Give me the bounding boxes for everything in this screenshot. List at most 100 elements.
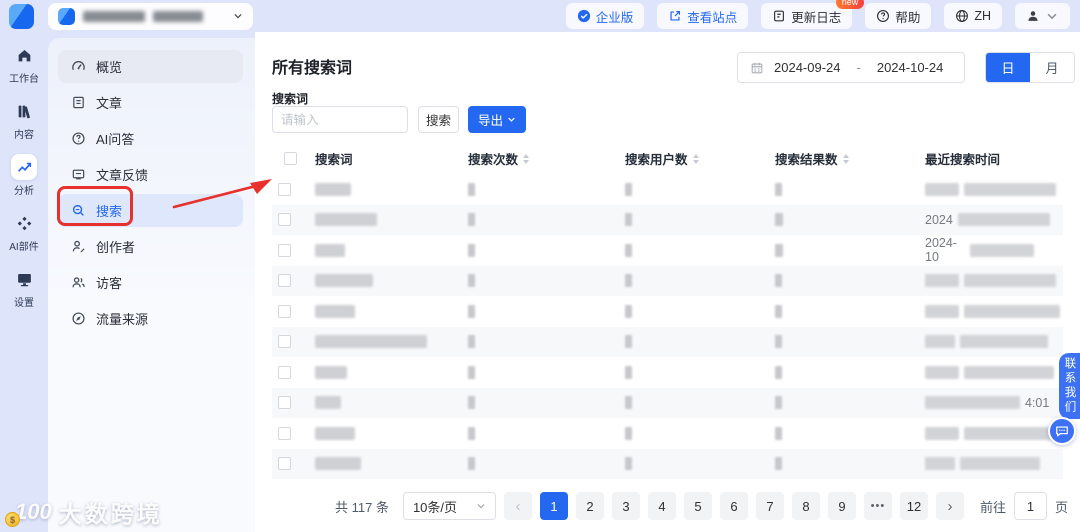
column-header-5: 最近搜索时间: [912, 149, 1063, 168]
globe-icon: [956, 10, 969, 22]
toggle-month[interactable]: 月: [1030, 53, 1074, 82]
page-button-7[interactable]: 7: [755, 492, 784, 520]
redacted-time: [970, 243, 1034, 257]
page-button-1[interactable]: 1: [539, 492, 568, 520]
sort-control[interactable]: [523, 153, 530, 164]
redacted-search-term: [315, 274, 373, 288]
redacted-search-term: [315, 213, 377, 227]
redacted-time: [925, 335, 955, 349]
view-site-button[interactable]: 查看站点: [657, 3, 749, 29]
sidebar-item-2[interactable]: 文章: [58, 86, 243, 119]
changelog-button[interactable]: 更新日志 new: [761, 0, 865, 29]
rail-item-5[interactable]: 设置: [2, 266, 46, 309]
row-checkbox[interactable]: [278, 182, 291, 196]
sidebar-item-6[interactable]: 创作者: [58, 230, 243, 263]
table-row: [272, 357, 1063, 388]
redacted-count: [468, 274, 475, 288]
row-checkbox[interactable]: [278, 365, 291, 379]
redacted-users: [625, 213, 632, 227]
table-row: [272, 265, 1063, 296]
workspace-selector[interactable]: [48, 2, 253, 30]
export-button[interactable]: 导出: [468, 106, 526, 133]
chevron-down-icon: [508, 117, 515, 122]
settings-icon: [11, 266, 37, 292]
sort-control[interactable]: [842, 153, 849, 164]
user-menu-button[interactable]: [1015, 3, 1070, 29]
topbar-actions: 企业版 查看站点 更新日志 new 帮助 ZH: [565, 0, 1070, 29]
row-checkbox[interactable]: [278, 396, 291, 410]
enterprise-label: 企业版: [595, 10, 634, 25]
page-button-5[interactable]: 5: [683, 492, 712, 520]
page-button-9[interactable]: 9: [827, 492, 856, 520]
goto-page-input[interactable]: [1013, 492, 1047, 520]
redacted-results: [775, 457, 782, 471]
redacted-results: [775, 426, 782, 440]
redacted-search-term: [315, 426, 355, 440]
column-header-2: 搜索次数: [455, 149, 612, 168]
sidebar-item-7[interactable]: 访客: [58, 266, 243, 299]
prev-page-button[interactable]: ‹: [503, 492, 532, 520]
content-icon: [11, 98, 37, 124]
date-range-picker[interactable]: 2024-09-24 - 2024-10-24: [737, 52, 965, 83]
redacted-time: [925, 182, 959, 196]
rail-item-1[interactable]: 工作台: [2, 42, 46, 85]
redacted-time: [925, 365, 959, 379]
help-button[interactable]: 帮助: [865, 3, 932, 29]
sidebar-item-8[interactable]: 流量来源: [58, 302, 243, 335]
date-separator: -: [856, 60, 861, 75]
search-icon: [71, 203, 86, 218]
topbar: 企业版 查看站点 更新日志 new 帮助 ZH: [0, 0, 1080, 32]
select-all-checkbox[interactable]: [284, 152, 297, 165]
rail-item-2[interactable]: 内容: [2, 98, 46, 141]
contact-us-tab[interactable]: 联系我们: [1059, 353, 1080, 419]
row-checkbox[interactable]: [278, 335, 291, 349]
page-size-value: 10条/页: [412, 499, 458, 515]
redacted-users: [625, 274, 632, 288]
table-body: 2024 2024-10 4:01: [272, 174, 1063, 479]
next-page-button[interactable]: ›: [935, 492, 964, 520]
granularity-toggle: 日 月: [985, 52, 1075, 83]
language-button[interactable]: ZH: [944, 3, 1002, 29]
sidebar-item-4[interactable]: 文章反馈: [58, 158, 243, 191]
page-button-6[interactable]: 6: [719, 492, 748, 520]
page-button-2[interactable]: 2: [575, 492, 604, 520]
row-checkbox[interactable]: [278, 243, 291, 257]
row-checkbox[interactable]: [278, 213, 291, 227]
changelog-icon: [774, 10, 785, 22]
search-button[interactable]: 搜索: [418, 106, 459, 133]
brand-logo-icon: [9, 3, 34, 29]
external-link-icon: [670, 11, 681, 21]
row-checkbox[interactable]: [278, 457, 291, 471]
rail-item-3[interactable]: 分析: [2, 154, 46, 197]
redacted-time: [964, 274, 1056, 288]
changelog-label: 更新日志: [791, 10, 842, 25]
redacted-time: [964, 182, 1056, 196]
page-button-3[interactable]: 3: [611, 492, 640, 520]
visitors-icon: [71, 275, 86, 290]
redacted-users: [625, 182, 632, 196]
sidebar-item-1[interactable]: 概览: [58, 50, 243, 83]
toggle-day[interactable]: 日: [986, 53, 1030, 82]
redacted-time: [960, 457, 1040, 471]
redacted-search-term: [315, 457, 361, 471]
redacted-users: [625, 426, 632, 440]
row-checkbox[interactable]: [278, 304, 291, 318]
page-size-select[interactable]: 10条/页: [402, 492, 496, 520]
sort-control[interactable]: [692, 153, 699, 164]
sidebar-item-5[interactable]: 搜索: [58, 194, 243, 227]
page-button-12[interactable]: 12: [899, 492, 928, 520]
redacted-search-term: [315, 365, 347, 379]
search-input[interactable]: [272, 106, 408, 133]
rail-item-4[interactable]: AI部件: [2, 210, 46, 253]
page-button-4[interactable]: 4: [647, 492, 676, 520]
redacted-time: [957, 213, 1050, 227]
more-pages-button[interactable]: •••: [863, 492, 892, 520]
contact-chat-button[interactable]: [1048, 417, 1076, 445]
ai-qa-icon: [71, 131, 86, 146]
page-button-8[interactable]: 8: [791, 492, 820, 520]
enterprise-button[interactable]: 企业版: [565, 3, 645, 29]
column-header-4: 搜索结果数: [762, 149, 912, 168]
row-checkbox[interactable]: [278, 274, 291, 288]
sidebar-item-3[interactable]: AI问答: [58, 122, 243, 155]
row-checkbox[interactable]: [278, 426, 291, 440]
